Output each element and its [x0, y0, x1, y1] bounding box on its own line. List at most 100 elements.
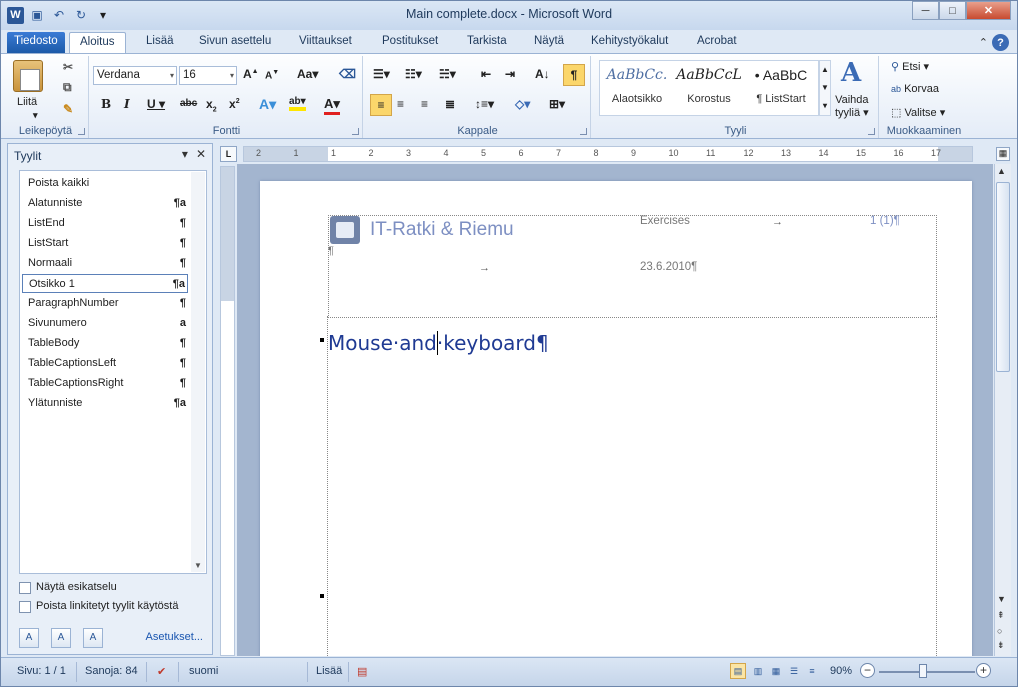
paste-button[interactable]: Liitä: [17, 96, 37, 108]
tab-mailings[interactable]: Postitukset: [372, 32, 448, 53]
bullets-icon[interactable]: ☰▾: [373, 67, 390, 81]
style-list-item[interactable]: TableCaptionsLeft ¶: [22, 354, 188, 373]
find-button[interactable]: ⚲ Etsi ▾: [891, 60, 929, 73]
font-color-icon[interactable]: A▾: [324, 96, 340, 115]
language[interactable]: suomi: [189, 665, 218, 677]
align-right-icon[interactable]: ≡: [421, 97, 428, 111]
align-center-icon[interactable]: ≡: [397, 97, 404, 111]
options-link[interactable]: Asetukset...: [146, 631, 203, 643]
close-button[interactable]: ✕: [966, 1, 1011, 20]
zoom-in-icon[interactable]: +: [976, 663, 991, 678]
justify-icon[interactable]: ≣: [445, 97, 455, 111]
minimize-button[interactable]: ─: [912, 1, 939, 20]
copy-icon[interactable]: ⧉: [63, 80, 72, 95]
minimize-ribbon-icon[interactable]: ⌃: [979, 36, 988, 49]
styles-launcher-icon[interactable]: [868, 128, 875, 135]
numbering-icon[interactable]: ☷▾: [405, 67, 422, 81]
style-list-item[interactable]: TableBody ¶: [22, 334, 188, 353]
paragraph-launcher-icon[interactable]: [580, 128, 587, 135]
style-list-item[interactable]: Normaali ¶: [22, 254, 188, 273]
font-name-combo[interactable]: Verdana ▾: [93, 66, 177, 85]
document-heading[interactable]: Mouse·and·keyboard¶: [328, 331, 549, 355]
zoom-slider[interactable]: [879, 671, 975, 673]
vertical-ruler[interactable]: [220, 166, 235, 656]
proofing-icon[interactable]: ✔: [157, 665, 166, 678]
decrease-indent-icon[interactable]: ⇤: [481, 67, 491, 81]
change-case-icon[interactable]: Aa▾: [297, 67, 318, 81]
sort-icon[interactable]: A↓: [535, 67, 550, 81]
font-launcher-icon[interactable]: [352, 128, 359, 135]
prev-page-icon[interactable]: ⇞: [997, 610, 1005, 621]
outline-icon[interactable]: ☰: [786, 663, 802, 679]
word-count[interactable]: Sanoja: 84: [85, 665, 138, 677]
text-effects-icon[interactable]: A▾: [259, 96, 276, 113]
paste-icon[interactable]: [13, 60, 43, 92]
style-list-item[interactable]: ListStart ¶: [22, 234, 188, 253]
maximize-button[interactable]: □: [939, 1, 966, 20]
multilevel-list-icon[interactable]: ☵▾: [439, 67, 456, 81]
tab-acrobat[interactable]: Acrobat: [687, 32, 747, 53]
style-subtitle[interactable]: AaBbCc. Alaotsikko: [602, 67, 672, 105]
pane-close-icon[interactable]: ✕: [196, 147, 206, 161]
scroll-down-icon[interactable]: ▼: [997, 594, 1006, 604]
font-size-combo[interactable]: 16 ▾: [179, 66, 237, 85]
shrink-font-icon[interactable]: A▼: [265, 69, 279, 81]
grow-font-icon[interactable]: A▲: [243, 67, 259, 81]
web-layout-icon[interactable]: ▦: [768, 663, 784, 679]
select-button[interactable]: ⬚ Valitse ▾: [891, 106, 945, 119]
underline-icon[interactable]: U ▾: [147, 97, 165, 111]
clear-formatting-icon[interactable]: ⌫: [339, 67, 356, 81]
browse-object-icon[interactable]: ○: [997, 626, 1002, 636]
tab-file[interactable]: Tiedosto: [7, 32, 65, 53]
show-formatting-icon[interactable]: ¶: [563, 64, 585, 86]
view-ruler-icon[interactable]: ▦: [996, 147, 1010, 161]
clipboard-launcher-icon[interactable]: [78, 128, 85, 135]
styles-list-scrollbar[interactable]: ▼: [191, 172, 205, 572]
style-emphasis[interactable]: AaBbCcL Korostus: [674, 67, 744, 105]
new-style-icon[interactable]: A: [19, 628, 39, 648]
align-left-icon[interactable]: ≡: [370, 94, 392, 116]
style-list-item[interactable]: Alatunniste ¶a: [22, 194, 188, 213]
tab-review[interactable]: Tarkista: [457, 32, 517, 53]
macro-record-icon[interactable]: ▤: [357, 665, 367, 678]
manage-styles-icon[interactable]: A: [83, 628, 103, 648]
tab-home[interactable]: Aloitus: [69, 32, 126, 53]
zoom-out-icon[interactable]: −: [860, 663, 875, 678]
style-list-item[interactable]: Otsikko 1 ¶a: [22, 274, 188, 293]
increase-indent-icon[interactable]: ⇥: [505, 67, 515, 81]
print-layout-icon[interactable]: ▤: [730, 663, 746, 679]
tab-insert[interactable]: Lisää: [136, 32, 184, 53]
style-inspector-icon[interactable]: A: [51, 628, 71, 648]
line-spacing-icon[interactable]: ↕≡▾: [475, 97, 494, 111]
shading-icon[interactable]: ◇▾: [515, 97, 530, 111]
zoom-slider-knob[interactable]: [919, 664, 927, 678]
style-list-item[interactable]: TableCaptionsRight ¶: [22, 374, 188, 393]
italic-icon[interactable]: I: [124, 97, 130, 111]
tab-references[interactable]: Viittaukset: [289, 32, 362, 53]
style-liststart[interactable]: • AaBbC ¶ ListStart: [746, 67, 816, 105]
full-screen-reading-icon[interactable]: ▥: [750, 663, 766, 679]
style-list-item[interactable]: Ylätunniste ¶a: [22, 394, 188, 413]
style-list-item[interactable]: ParagraphNumber ¶: [22, 294, 188, 313]
page-count[interactable]: Sivu: 1 / 1: [17, 665, 66, 677]
disable-linked-checkbox[interactable]: [19, 601, 31, 613]
horizontal-ruler[interactable]: 2 1 1 2 3 4 5 6 7 8 9 10 11 12 13 14 15 16 17: [243, 146, 973, 162]
gallery-scroll-icon[interactable]: ▲ ▼ ▾: [819, 60, 831, 116]
pane-options-icon[interactable]: ▾: [182, 147, 188, 161]
change-styles-button[interactable]: Vaihda tyyliä ▾: [835, 94, 869, 120]
tab-view[interactable]: Näytä: [524, 32, 574, 53]
style-list-item[interactable]: Poista kaikki: [22, 174, 188, 193]
scroll-thumb[interactable]: [996, 182, 1010, 372]
scroll-up-icon[interactable]: ▲: [997, 166, 1006, 176]
bold-icon[interactable]: B: [101, 97, 111, 111]
tab-developer[interactable]: Kehitystyökalut: [581, 32, 678, 53]
highlight-icon[interactable]: ab▾: [289, 96, 306, 111]
next-page-icon[interactable]: ⇟: [997, 640, 1005, 651]
zoom-level[interactable]: 90%: [830, 665, 852, 677]
vertical-scrollbar[interactable]: ▲ ▼ ⇞ ○ ⇟: [994, 164, 1011, 656]
tab-selector-button[interactable]: L: [220, 146, 237, 162]
insert-mode[interactable]: Lisää: [316, 665, 342, 677]
document-page[interactable]: IT-Ratki & Riemu Exercises → 1 (1)¶ ¶ → …: [260, 181, 972, 656]
show-preview-checkbox[interactable]: [19, 582, 31, 594]
style-list-item[interactable]: Sivunumero a: [22, 314, 188, 333]
